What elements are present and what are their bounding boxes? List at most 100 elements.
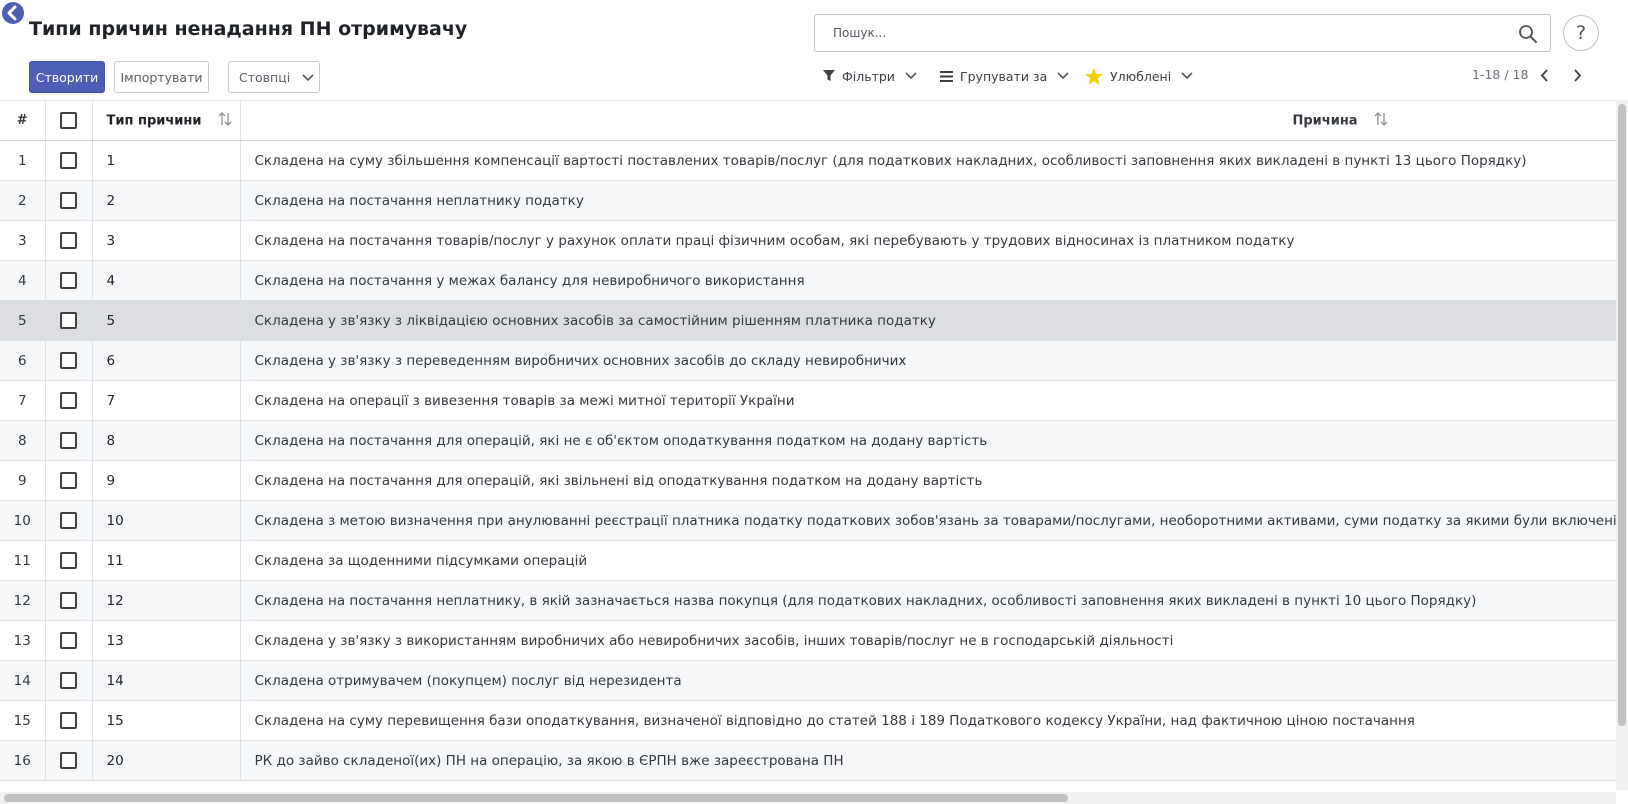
- row-checkbox[interactable]: [60, 272, 77, 289]
- row-checkbox[interactable]: [60, 552, 77, 569]
- row-checkbox-cell[interactable]: [45, 220, 93, 261]
- row-checkbox-cell[interactable]: [45, 500, 93, 541]
- help-button[interactable]: ?: [1563, 15, 1599, 51]
- row-reason-cell[interactable]: Складена у зв'язку з переведенням виробн…: [240, 340, 1616, 381]
- row-checkbox[interactable]: [60, 632, 77, 649]
- create-button[interactable]: Створити: [29, 61, 105, 93]
- row-reason-cell[interactable]: Складена отримувачем (покупцем) послуг в…: [240, 660, 1616, 701]
- table-row[interactable]: 4 4 Складена на постачання у межах балансу…: [0, 260, 1616, 301]
- row-type-cell[interactable]: 4: [92, 260, 241, 301]
- row-reason-cell[interactable]: Складена на операції з вивезення товарів…: [240, 380, 1616, 421]
- horizontal-scrollbar-thumb[interactable]: [4, 794, 1068, 802]
- row-reason-cell[interactable]: Складена на суму перевищення бази оподат…: [240, 700, 1616, 741]
- row-checkbox-cell[interactable]: [45, 300, 93, 341]
- row-checkbox-cell[interactable]: [45, 540, 93, 581]
- row-checkbox[interactable]: [60, 672, 77, 689]
- row-reason-cell[interactable]: Складена на постачання для операцій, які…: [240, 460, 1616, 501]
- row-type-cell[interactable]: 15: [92, 700, 241, 741]
- group-by-dropdown[interactable]: Групувати за: [940, 66, 1069, 86]
- row-checkbox-cell[interactable]: [45, 740, 93, 781]
- table-row[interactable]: 7 7 Складена на операції з вивезення товар…: [0, 380, 1616, 421]
- row-checkbox[interactable]: [60, 512, 77, 529]
- table-row[interactable]: 1 1 Складена на суму збільшення компенсаці…: [0, 140, 1616, 181]
- row-reason-cell[interactable]: Складена на суму збільшення компенсації …: [240, 140, 1616, 181]
- row-type-cell[interactable]: 9: [92, 460, 241, 501]
- select-all-checkbox[interactable]: [60, 112, 77, 129]
- row-reason-cell[interactable]: Складена на постачання неплатнику податк…: [240, 180, 1616, 221]
- filters-dropdown[interactable]: Фільтри: [823, 66, 917, 86]
- row-checkbox-cell[interactable]: [45, 380, 93, 421]
- row-type-cell[interactable]: 14: [92, 660, 241, 701]
- table-row[interactable]: 5 5 Складена у зв'язку з ліквідацією основ…: [0, 300, 1616, 341]
- row-checkbox[interactable]: [60, 432, 77, 449]
- table-row[interactable]: 9 9 Складена на постачання для операцій, я…: [0, 460, 1616, 501]
- search-icon[interactable]: [1518, 24, 1538, 44]
- row-checkbox[interactable]: [60, 712, 77, 729]
- table-row[interactable]: 6 6 Складена у зв'язку з переведенням виро…: [0, 340, 1616, 381]
- back-button[interactable]: [2, 2, 24, 24]
- row-type-cell[interactable]: 5: [92, 300, 241, 341]
- row-type-cell[interactable]: 2: [92, 180, 241, 221]
- row-type-cell[interactable]: 7: [92, 380, 241, 421]
- row-checkbox-cell[interactable]: [45, 340, 93, 381]
- row-reason-cell[interactable]: Складена за щоденними підсумками операці…: [240, 540, 1616, 581]
- pager-next-button[interactable]: [1569, 67, 1585, 83]
- row-type-cell[interactable]: 10: [92, 500, 241, 541]
- search-input[interactable]: [833, 24, 1493, 42]
- sort-icon[interactable]: [218, 111, 232, 131]
- import-button[interactable]: Імпортувати: [114, 61, 209, 93]
- table-row[interactable]: 14 14 Складена отримувачем (покупцем) посл…: [0, 660, 1616, 701]
- column-header-reason[interactable]: Причина: [240, 100, 1616, 141]
- row-checkbox-cell[interactable]: [45, 580, 93, 621]
- favorites-dropdown[interactable]: Улюблені: [1085, 66, 1193, 86]
- pager-value[interactable]: 1-18 / 18: [1472, 67, 1528, 82]
- row-checkbox[interactable]: [60, 312, 77, 329]
- row-checkbox-cell[interactable]: [45, 660, 93, 701]
- row-type-cell[interactable]: 3: [92, 220, 241, 261]
- row-checkbox[interactable]: [60, 152, 77, 169]
- row-type-cell[interactable]: 20: [92, 740, 241, 781]
- row-reason-cell[interactable]: Складена у зв'язку з ліквідацією основни…: [240, 300, 1616, 341]
- table-row[interactable]: 13 13 Складена у зв'язку з використанням в…: [0, 620, 1616, 661]
- row-reason-cell[interactable]: Складена з метою визначення при анулюван…: [240, 500, 1616, 541]
- row-reason-cell[interactable]: РК до зайво складеної(их) ПН на операцію…: [240, 740, 1616, 781]
- table-row[interactable]: 2 2 Складена на постачання неплатнику пода…: [0, 180, 1616, 221]
- column-header-type[interactable]: Тип причини: [92, 100, 241, 141]
- row-checkbox-cell[interactable]: [45, 140, 93, 181]
- vertical-scrollbar-thumb[interactable]: [1618, 104, 1626, 726]
- row-reason-cell[interactable]: Складена у зв'язку з використанням вироб…: [240, 620, 1616, 661]
- table-row[interactable]: 15 15 Складена на суму перевищення бази оп…: [0, 700, 1616, 741]
- row-checkbox-cell[interactable]: [45, 420, 93, 461]
- row-type-cell[interactable]: 1: [92, 140, 241, 181]
- row-checkbox[interactable]: [60, 192, 77, 209]
- row-checkbox[interactable]: [60, 232, 77, 249]
- row-checkbox-cell[interactable]: [45, 260, 93, 301]
- row-type-cell[interactable]: 8: [92, 420, 241, 461]
- row-reason-cell[interactable]: Складена на постачання товарів/послуг у …: [240, 220, 1616, 261]
- row-type-cell[interactable]: 13: [92, 620, 241, 661]
- row-checkbox[interactable]: [60, 472, 77, 489]
- row-checkbox[interactable]: [60, 752, 77, 769]
- row-reason-cell[interactable]: Складена на постачання у межах балансу д…: [240, 260, 1616, 301]
- row-checkbox[interactable]: [60, 592, 77, 609]
- row-checkbox[interactable]: [60, 352, 77, 369]
- row-checkbox-cell[interactable]: [45, 620, 93, 661]
- row-checkbox-cell[interactable]: [45, 460, 93, 501]
- row-reason-cell[interactable]: Складена на постачання неплатнику, в які…: [240, 580, 1616, 621]
- table-row[interactable]: 16 20 РК до зайво складеної(их) ПН на опер…: [0, 740, 1616, 781]
- table-row[interactable]: 8 8 Складена на постачання для операцій, я…: [0, 420, 1616, 461]
- select-all-checkbox-cell[interactable]: [45, 100, 93, 141]
- table-row[interactable]: 10 10 Складена з метою визначення при анул…: [0, 500, 1616, 541]
- sort-icon[interactable]: [1374, 111, 1388, 131]
- row-checkbox[interactable]: [60, 392, 77, 409]
- row-reason-cell[interactable]: Складена на постачання для операцій, які…: [240, 420, 1616, 461]
- row-checkbox-cell[interactable]: [45, 700, 93, 741]
- row-checkbox-cell[interactable]: [45, 180, 93, 221]
- columns-dropdown-button[interactable]: Стовпці: [228, 61, 320, 93]
- row-type-cell[interactable]: 6: [92, 340, 241, 381]
- table-row[interactable]: 11 11 Складена за щоденними підсумками опе…: [0, 540, 1616, 581]
- table-row[interactable]: 12 12 Складена на постачання неплатнику, в…: [0, 580, 1616, 621]
- table-row[interactable]: 3 3 Складена на постачання товарів/послуг …: [0, 220, 1616, 261]
- pager-previous-button[interactable]: [1536, 67, 1552, 83]
- row-type-cell[interactable]: 11: [92, 540, 241, 581]
